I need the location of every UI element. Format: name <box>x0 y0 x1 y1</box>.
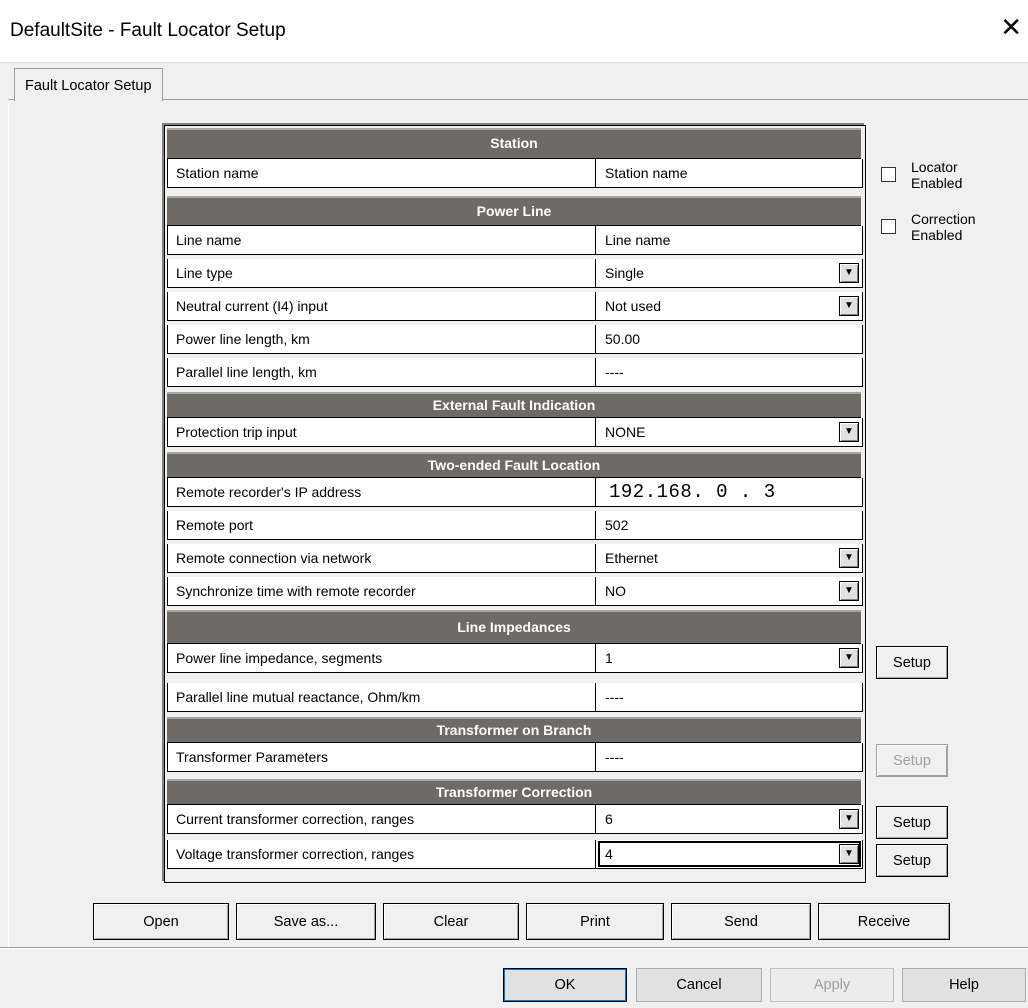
chevron-down-icon[interactable]: ▼ <box>839 844 859 864</box>
row-line-length: Power line length, km 50.00 <box>167 325 863 354</box>
row-mutual-reactance: Parallel line mutual reactance, Ohm/km -… <box>167 683 863 712</box>
row-sync-time: Synchronize time with remote recorder NO… <box>167 577 863 606</box>
field-label: Voltage transformer correction, ranges <box>168 840 596 868</box>
line-type-select[interactable]: Single ▼ <box>597 259 862 287</box>
vt-setup-button[interactable]: Setup <box>876 844 948 877</box>
field-label: Remote connection via network <box>168 544 596 572</box>
select-value: NONE <box>605 424 646 440</box>
select-value: 1 <box>605 650 613 666</box>
remote-connection-select[interactable]: Ethernet ▼ <box>597 544 862 572</box>
sync-time-select[interactable]: NO ▼ <box>597 577 862 605</box>
ct-correction-select[interactable]: 6 ▼ <box>597 805 862 833</box>
neutral-input-select[interactable]: Not used ▼ <box>597 292 862 320</box>
close-icon[interactable]: ✕ <box>1000 14 1022 40</box>
save-as-button[interactable]: Save as... <box>236 903 376 940</box>
help-button[interactable]: Help <box>902 968 1026 1002</box>
clear-button[interactable]: Clear <box>383 903 519 940</box>
row-vt-correction: Voltage transformer correction, ranges 4… <box>167 840 863 869</box>
select-value: 4 <box>605 846 613 862</box>
field-label: Station name <box>168 159 596 187</box>
tab-fault-locator-setup[interactable]: Fault Locator Setup <box>14 68 163 101</box>
field-label: Remote recorder's IP address <box>168 478 596 506</box>
section-header-transformer-correction: Transformer Correction <box>167 779 861 805</box>
section-header-impedances: Line Impedances <box>167 610 861 644</box>
row-remote-connection: Remote connection via network Ethernet ▼ <box>167 544 863 573</box>
remote-port-input[interactable]: 502 <box>597 511 862 539</box>
remote-ip-input[interactable]: 192.168. 0 . 3 <box>597 478 862 506</box>
field-label: Line type <box>168 259 596 287</box>
chevron-down-icon[interactable]: ▼ <box>839 809 859 829</box>
field-label: Parallel line mutual reactance, Ohm/km <box>168 683 596 711</box>
receive-button[interactable]: Receive <box>818 903 950 940</box>
row-protection-trip: Protection trip input NONE ▼ <box>167 418 863 447</box>
row-ct-correction: Current transformer correction, ranges 6… <box>167 805 863 834</box>
chevron-down-icon[interactable]: ▼ <box>839 296 859 316</box>
section-header-power-line: Power Line <box>167 196 861 226</box>
checkbox-label: Correction Enabled <box>911 211 1021 243</box>
checkbox-label-line1: Correction <box>911 211 976 227</box>
mutual-reactance-input[interactable]: ---- <box>597 683 862 711</box>
ct-setup-button[interactable]: Setup <box>876 806 948 839</box>
impedance-segments-select[interactable]: 1 ▼ <box>597 644 862 672</box>
title-bar: DefaultSite - Fault Locator Setup ✕ <box>0 0 1028 63</box>
row-remote-ip: Remote recorder's IP address 192.168. 0 … <box>167 478 863 507</box>
checkbox-box[interactable] <box>881 219 896 234</box>
footer-divider-highlight <box>0 948 1028 949</box>
field-label: Power line impedance, segments <box>168 644 596 672</box>
chevron-down-icon[interactable]: ▼ <box>839 548 859 568</box>
settings-grid: Station Station name Station name Power … <box>164 125 866 883</box>
section-header-two-ended: Two-ended Fault Location <box>167 452 861 478</box>
chevron-down-icon[interactable]: ▼ <box>839 422 859 442</box>
select-value: Single <box>605 265 644 281</box>
field-label: Transformer Parameters <box>168 743 596 771</box>
checkbox-label-line1: Locator <box>911 159 958 175</box>
row-station-name: Station name Station name <box>167 159 863 188</box>
row-line-type: Line type Single ▼ <box>167 259 863 288</box>
field-label: Parallel line length, km <box>168 358 596 386</box>
print-button[interactable]: Print <box>526 903 664 940</box>
send-button[interactable]: Send <box>671 903 811 940</box>
impedance-setup-button[interactable]: Setup <box>876 646 948 679</box>
protection-trip-select[interactable]: NONE ▼ <box>597 418 862 446</box>
line-length-input[interactable]: 50.00 <box>597 325 862 353</box>
window-title: DefaultSite - Fault Locator Setup <box>10 20 286 41</box>
select-value: Ethernet <box>605 550 658 566</box>
field-label: Current transformer correction, ranges <box>168 805 596 833</box>
transformer-setup-button[interactable]: Setup <box>876 744 948 777</box>
section-header-station: Station <box>167 128 861 159</box>
chevron-down-icon[interactable]: ▼ <box>839 581 859 601</box>
field-label: Neutral current (I4) input <box>168 292 596 320</box>
row-line-name: Line name Line name <box>167 226 863 255</box>
checkbox-label-line2: Enabled <box>911 227 963 243</box>
select-value: Not used <box>605 298 662 314</box>
vt-correction-select[interactable]: 4 ▼ <box>597 840 862 868</box>
select-value: 6 <box>605 811 613 827</box>
checkbox-label: Locator Enabled <box>911 159 1021 191</box>
row-impedance-segments: Power line impedance, segments 1 ▼ <box>167 644 863 673</box>
parallel-length-input[interactable]: ---- <box>597 358 862 386</box>
row-remote-port: Remote port 502 <box>167 511 863 540</box>
chevron-down-icon[interactable]: ▼ <box>839 648 859 668</box>
field-label: Synchronize time with remote recorder <box>168 577 596 605</box>
field-label: Line name <box>168 226 596 254</box>
row-transformer-params: Transformer Parameters ---- <box>167 743 863 772</box>
field-label: Remote port <box>168 511 596 539</box>
ok-button[interactable]: OK <box>503 968 627 1002</box>
section-header-external-fault: External Fault Indication <box>167 392 861 418</box>
field-label: Protection trip input <box>168 418 596 446</box>
line-name-input[interactable]: Line name <box>597 226 862 254</box>
station-name-input[interactable]: Station name <box>597 159 862 187</box>
field-label: Power line length, km <box>168 325 596 353</box>
checkbox-label-line2: Enabled <box>911 175 963 191</box>
transformer-params-input[interactable]: ---- <box>597 743 862 771</box>
cancel-button[interactable]: Cancel <box>636 968 762 1002</box>
select-value: NO <box>605 583 626 599</box>
section-header-transformer-branch: Transformer on Branch <box>167 717 861 743</box>
open-button[interactable]: Open <box>93 903 229 940</box>
row-neutral-input: Neutral current (I4) input Not used ▼ <box>167 292 863 321</box>
row-parallel-length: Parallel line length, km ---- <box>167 358 863 387</box>
apply-button[interactable]: Apply <box>770 968 894 1002</box>
chevron-down-icon[interactable]: ▼ <box>839 263 859 283</box>
checkbox-box[interactable] <box>881 167 896 182</box>
